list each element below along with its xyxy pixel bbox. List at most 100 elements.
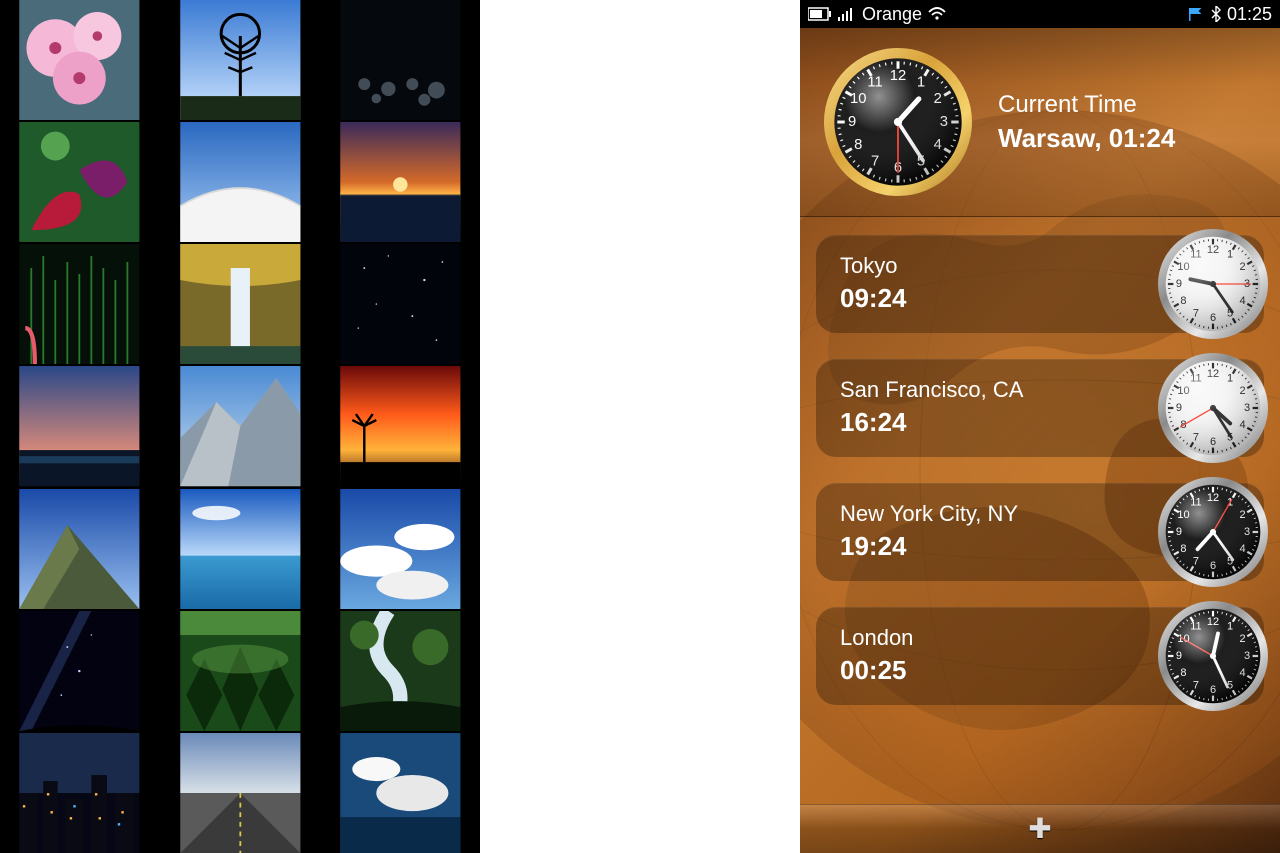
flag-icon (1187, 7, 1205, 21)
city-label: San Francisco, CA (840, 377, 1164, 403)
current-time-title: Current Time (998, 91, 1175, 119)
city-label: New York City, NY (840, 501, 1164, 527)
hero-labels: Current Time Warsaw, 01:24 (998, 91, 1175, 154)
thumb-waterfall[interactable] (161, 244, 320, 364)
current-time-subtitle: Warsaw, 01:24 (998, 123, 1175, 154)
stage: Orange 01:25 (0, 0, 1280, 853)
svg-text:11: 11 (1190, 496, 1201, 508)
carrier-label: Orange (862, 4, 922, 25)
thumb-yosemite[interactable] (161, 366, 320, 486)
status-left: Orange (808, 4, 946, 25)
city-label: Tokyo (840, 253, 1164, 279)
signal-icon (838, 7, 856, 21)
layout-gap (480, 0, 800, 853)
svg-text:12: 12 (1207, 368, 1219, 380)
wifi-icon (928, 7, 946, 21)
time-label: 19:24 (840, 531, 1164, 562)
svg-text:7: 7 (1193, 308, 1199, 320)
svg-text:6: 6 (1210, 436, 1216, 448)
svg-text:8: 8 (1180, 667, 1186, 679)
svg-text:3: 3 (940, 114, 948, 130)
svg-text:12: 12 (1207, 616, 1219, 628)
thumb-twilight-city[interactable] (0, 366, 159, 486)
svg-text:11: 11 (1190, 372, 1201, 384)
svg-text:2: 2 (1239, 385, 1245, 397)
svg-text:9: 9 (848, 114, 856, 130)
svg-text:12: 12 (1207, 244, 1219, 256)
current-time-clock: 123456789101112 (824, 48, 972, 196)
svg-text:3: 3 (1244, 402, 1250, 414)
status-time: 01:25 (1227, 4, 1272, 25)
svg-text:7: 7 (1193, 432, 1199, 444)
battery-icon (808, 7, 832, 21)
thumb-sky-clouds[interactable] (321, 733, 480, 853)
svg-text:8: 8 (854, 137, 862, 153)
svg-text:4: 4 (1239, 543, 1245, 555)
time-label: 16:24 (840, 407, 1164, 438)
thumb-stream[interactable] (321, 611, 480, 731)
world-clock-phone: Orange 01:25 (800, 0, 1280, 853)
world-clock-row[interactable]: New York City, NY 19:24 123456789101112 (816, 483, 1264, 581)
svg-text:6: 6 (1210, 560, 1216, 572)
svg-text:9: 9 (1176, 526, 1182, 538)
thumb-milky-way[interactable] (0, 611, 159, 731)
world-clock-row[interactable]: San Francisco, CA 16:24 123456789101112 (816, 359, 1264, 457)
svg-text:4: 4 (934, 137, 942, 153)
thumb-palm-sunset[interactable] (321, 366, 480, 486)
thumb-forest[interactable] (161, 611, 320, 731)
world-clock-row[interactable]: Tokyo 09:24 123456789101112 (816, 235, 1264, 333)
svg-text:12: 12 (890, 68, 906, 84)
thumb-mountain-ridge[interactable] (0, 489, 159, 609)
svg-text:12: 12 (1207, 492, 1219, 504)
world-clock-list: Tokyo 09:24 123456789101112 San Francisc… (800, 217, 1280, 705)
svg-text:6: 6 (1210, 684, 1216, 696)
thumb-stars[interactable] (321, 244, 480, 364)
add-clock-button[interactable]: ✚ (800, 804, 1280, 853)
thumb-lone-tree[interactable] (161, 0, 320, 120)
current-time-hero: 123456789101112 Current Time Warsaw, 01:… (800, 28, 1280, 217)
mini-clock: 123456789101112 (1158, 229, 1268, 339)
thumb-petals[interactable] (0, 122, 159, 242)
svg-text:4: 4 (1239, 295, 1245, 307)
svg-text:1: 1 (1227, 372, 1233, 384)
svg-text:1: 1 (917, 74, 925, 90)
thumb-road[interactable] (161, 733, 320, 853)
svg-text:11: 11 (867, 74, 882, 90)
bluetooth-icon (1211, 6, 1221, 22)
svg-text:2: 2 (1239, 509, 1245, 521)
mini-clock: 123456789101112 (1158, 353, 1268, 463)
svg-text:3: 3 (1244, 526, 1250, 538)
svg-text:10: 10 (1177, 509, 1189, 521)
thumb-clouds[interactable] (321, 489, 480, 609)
svg-text:2: 2 (1239, 261, 1245, 273)
thumb-city-night[interactable] (0, 733, 159, 853)
svg-text:11: 11 (1190, 248, 1201, 260)
svg-text:2: 2 (1239, 633, 1245, 645)
svg-text:4: 4 (1239, 667, 1245, 679)
thumb-sunset-beach[interactable] (321, 122, 480, 242)
svg-text:2: 2 (934, 91, 942, 107)
svg-text:4: 4 (1239, 419, 1245, 431)
svg-text:9: 9 (1176, 650, 1182, 662)
thumb-snow-dune[interactable] (161, 122, 320, 242)
svg-text:8: 8 (1180, 543, 1186, 555)
svg-text:9: 9 (1176, 278, 1182, 290)
svg-text:7: 7 (1193, 680, 1199, 692)
status-right: 01:25 (1187, 4, 1272, 25)
thumb-night-bokeh[interactable] (321, 0, 480, 120)
thumb-blossom[interactable] (0, 0, 159, 120)
mini-clock: 123456789101112 (1158, 477, 1268, 587)
svg-text:11: 11 (1190, 620, 1201, 632)
svg-text:7: 7 (871, 154, 879, 170)
svg-text:1: 1 (1227, 248, 1233, 260)
svg-text:1: 1 (1227, 620, 1233, 632)
world-clock-row[interactable]: London 00:25 123456789101112 (816, 607, 1264, 705)
thumb-horizon[interactable] (161, 489, 320, 609)
svg-text:7: 7 (1193, 556, 1199, 568)
mini-clock: 123456789101112 (1158, 601, 1268, 711)
thumb-reeds[interactable] (0, 244, 159, 364)
status-bar: Orange 01:25 (800, 0, 1280, 28)
city-label: London (840, 625, 1164, 651)
svg-text:8: 8 (1180, 295, 1186, 307)
svg-text:6: 6 (1210, 312, 1216, 324)
